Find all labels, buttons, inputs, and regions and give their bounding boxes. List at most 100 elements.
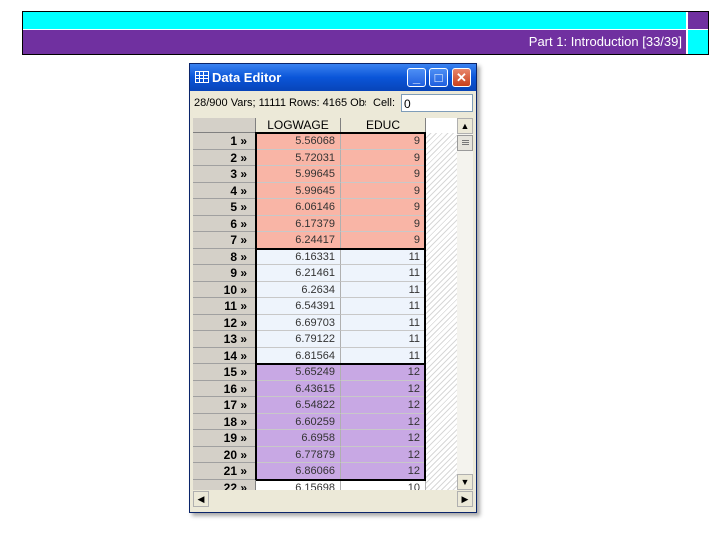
cell-logwage[interactable]: 6.69703 <box>256 314 341 331</box>
cell-logwage[interactable]: 6.54822 <box>256 397 341 414</box>
cell-logwage[interactable]: 6.54391 <box>256 298 341 315</box>
row-header[interactable]: 2 » <box>193 149 256 166</box>
cell-educ[interactable]: 11 <box>341 347 426 364</box>
dataset-info: 28/900 Vars; 11111 Rows: 4165 Obs <box>194 97 366 109</box>
scroll-down-icon[interactable]: ▼ <box>457 474 473 490</box>
column-header-logwage[interactable]: LOGWAGE <box>256 118 341 133</box>
cell-educ[interactable]: 12 <box>341 463 426 480</box>
row-header[interactable]: 18 » <box>193 413 256 430</box>
row-header[interactable]: 3 » <box>193 166 256 183</box>
cell-educ[interactable]: 9 <box>341 166 426 183</box>
cell-educ[interactable]: 11 <box>341 265 426 282</box>
group-border <box>256 132 426 134</box>
cell-educ[interactable]: 12 <box>341 397 426 414</box>
cell-educ[interactable]: 9 <box>341 149 426 166</box>
minimize-button[interactable]: _ <box>407 68 426 87</box>
cell-logwage[interactable]: 6.06146 <box>256 199 341 216</box>
cell-educ[interactable]: 9 <box>341 232 426 249</box>
group-border <box>255 363 257 480</box>
cell-logwage[interactable]: 6.21461 <box>256 265 341 282</box>
group-border <box>255 132 257 249</box>
scroll-left-icon[interactable]: ◀ <box>193 491 209 507</box>
cell-educ[interactable]: 9 <box>341 133 426 150</box>
row-header[interactable]: 7 » <box>193 232 256 249</box>
group-border <box>424 363 426 480</box>
row-header[interactable]: 5 » <box>193 199 256 216</box>
cell-logwage[interactable]: 6.24417 <box>256 232 341 249</box>
column-header-educ[interactable]: EDUC <box>341 118 426 133</box>
row-header[interactable]: 17 » <box>193 397 256 414</box>
vertical-scroll-thumb[interactable] <box>457 135 473 151</box>
cell-educ[interactable]: 11 <box>341 248 426 265</box>
cell-logwage[interactable]: 5.99645 <box>256 166 341 183</box>
row-header[interactable]: 4 » <box>193 182 256 199</box>
row-header[interactable]: 12 » <box>193 314 256 331</box>
vertical-scrollbar[interactable]: ▲ ▼ <box>457 118 473 490</box>
cell-educ[interactable]: 11 <box>341 298 426 315</box>
row-header[interactable]: 9 » <box>193 265 256 282</box>
grid-icon <box>195 71 209 83</box>
cell-logwage[interactable]: 5.99645 <box>256 182 341 199</box>
cell-logwage[interactable]: 6.16331 <box>256 248 341 265</box>
row-header[interactable]: 10 » <box>193 281 256 298</box>
row-header[interactable]: 8 » <box>193 248 256 265</box>
scroll-up-icon[interactable]: ▲ <box>457 118 473 134</box>
group-border <box>256 247 426 250</box>
row-header[interactable]: 6 » <box>193 215 256 232</box>
cell-input[interactable]: 0 <box>401 94 473 112</box>
cell-logwage[interactable]: 6.6958 <box>256 430 341 447</box>
cell-logwage[interactable]: 6.2634 <box>256 281 341 298</box>
cell-educ[interactable]: 9 <box>341 182 426 199</box>
thumb-grip-icon <box>462 140 469 146</box>
close-button[interactable]: ✕ <box>452 68 471 87</box>
header-corner-cyan <box>688 30 708 54</box>
cell-educ[interactable]: 11 <box>341 331 426 348</box>
cell-educ[interactable]: 9 <box>341 215 426 232</box>
cell-logwage[interactable]: 6.86066 <box>256 463 341 480</box>
header-corner-purple <box>688 12 708 29</box>
maximize-button[interactable]: □ <box>429 68 448 87</box>
row-header[interactable]: 22 » <box>193 479 256 490</box>
row-header[interactable]: 14 » <box>193 347 256 364</box>
group-border <box>424 247 426 364</box>
window-title: Data Editor <box>212 70 282 85</box>
cell-educ[interactable]: 12 <box>341 413 426 430</box>
cell-educ[interactable]: 10 <box>341 479 426 490</box>
row-header[interactable]: 1 » <box>193 133 256 150</box>
empty-column-area <box>426 133 457 490</box>
slide-header: Part 1: Introduction [33/39] <box>22 11 709 55</box>
window-titlebar[interactable]: Data Editor _ □ ✕ <box>190 64 476 91</box>
horizontal-scrollbar[interactable]: ◀ ▶ <box>193 491 473 507</box>
cell-logwage[interactable]: 5.72031 <box>256 149 341 166</box>
cell-logwage[interactable]: 6.77879 <box>256 446 341 463</box>
cell-educ[interactable]: 12 <box>341 446 426 463</box>
group-border <box>255 247 257 364</box>
cell-logwage[interactable]: 5.56068 <box>256 133 341 150</box>
cell-educ[interactable]: 9 <box>341 199 426 216</box>
cell-logwage[interactable]: 6.79122 <box>256 331 341 348</box>
header-cyan-band <box>23 12 686 29</box>
grid-corner[interactable] <box>193 118 256 133</box>
data-grid: LOGWAGE EDUC 1 » 5.56068 9 2 » 5.72031 9 3 » 5.… <box>193 118 457 490</box>
cell-logwage[interactable]: 5.65249 <box>256 364 341 381</box>
cell-logwage[interactable]: 6.15698 <box>256 479 341 490</box>
cell-educ[interactable]: 12 <box>341 364 426 381</box>
row-header[interactable]: 15 » <box>193 364 256 381</box>
row-header[interactable]: 13 » <box>193 331 256 348</box>
cell-educ[interactable]: 11 <box>341 281 426 298</box>
cell-logwage[interactable]: 6.43615 <box>256 380 341 397</box>
cell-logwage[interactable]: 6.81564 <box>256 347 341 364</box>
cell-logwage[interactable]: 6.60259 <box>256 413 341 430</box>
cell-educ[interactable]: 12 <box>341 430 426 447</box>
row-header[interactable]: 16 » <box>193 380 256 397</box>
row-header[interactable]: 20 » <box>193 446 256 463</box>
row-header[interactable]: 11 » <box>193 298 256 315</box>
group-border <box>256 363 426 365</box>
row-header[interactable]: 19 » <box>193 430 256 447</box>
cell-educ[interactable]: 11 <box>341 314 426 331</box>
cell-logwage[interactable]: 6.17379 <box>256 215 341 232</box>
cell-educ[interactable]: 12 <box>341 380 426 397</box>
group-border <box>256 478 426 481</box>
scroll-right-icon[interactable]: ▶ <box>457 491 473 507</box>
row-header[interactable]: 21 » <box>193 463 256 480</box>
